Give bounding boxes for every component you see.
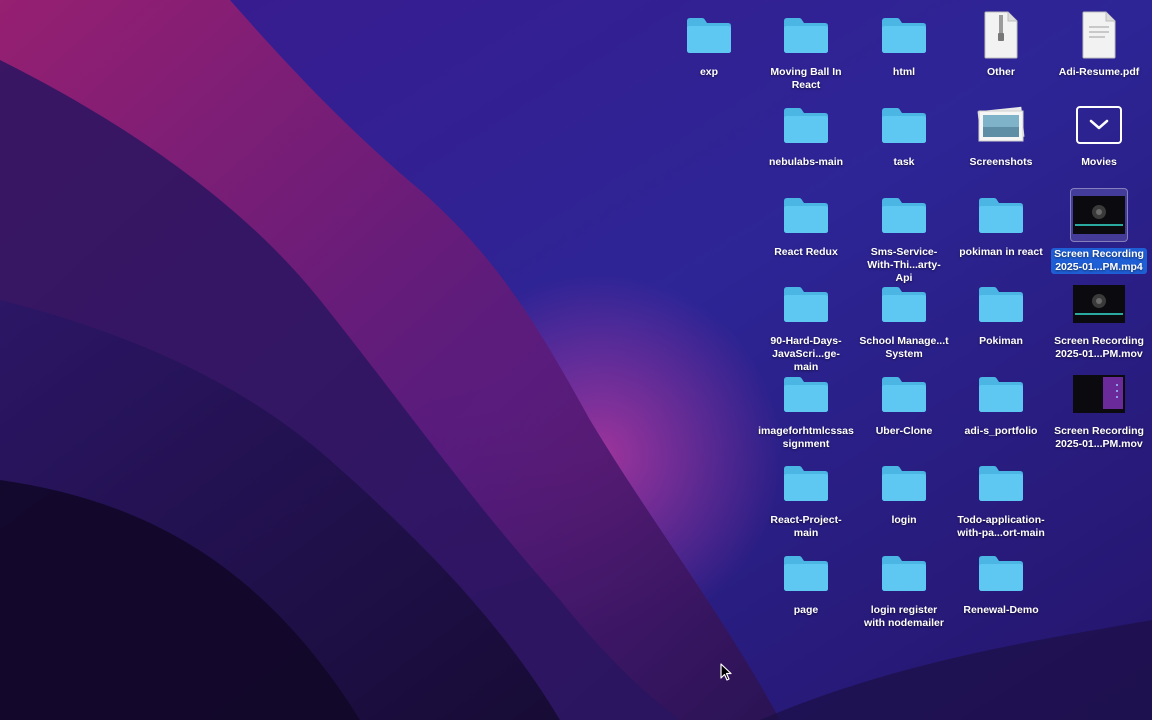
- folder-icon: [872, 190, 936, 240]
- folder-icon: [774, 100, 838, 150]
- desktop-item-label: Movies: [1081, 156, 1117, 168]
- desktop-item-label: Adi-Resume.pdf: [1058, 66, 1140, 78]
- video-thumbnail-icon: [1067, 279, 1131, 329]
- desktop-item-label: task: [893, 156, 915, 168]
- folder-icon: [969, 458, 1033, 508]
- folder-icon: [677, 10, 741, 60]
- desktop-item-label: page: [793, 604, 819, 616]
- desktop-item-react-redux[interactable]: React Redux: [758, 184, 854, 259]
- desktop-item-label: exp: [699, 66, 719, 78]
- mouse-pointer-icon: [720, 663, 732, 681]
- desktop-item-page[interactable]: page: [758, 542, 854, 617]
- desktop-item-label: Renewal-Demo: [963, 604, 1039, 616]
- desktop-item-label: React Redux: [774, 246, 838, 258]
- folder-icon: [774, 279, 838, 329]
- desktop-item-label: Other: [986, 66, 1015, 78]
- folder-icon: [872, 548, 936, 598]
- desktop-item-html[interactable]: html: [856, 4, 952, 79]
- desktop-item-label: Moving Ball In React: [770, 66, 842, 91]
- desktop-item-exp[interactable]: exp: [661, 4, 757, 79]
- desktop-item-screenshots[interactable]: Screenshots: [953, 94, 1049, 169]
- image-stack-icon: [969, 100, 1033, 150]
- folder-icon: [872, 100, 936, 150]
- desktop-item-movies[interactable]: Movies: [1051, 94, 1147, 169]
- desktop-item-label: adi-s_portfolio: [964, 425, 1038, 437]
- folder-icon: [774, 369, 838, 419]
- folder-icon: [969, 548, 1033, 598]
- folder-icon: [969, 369, 1033, 419]
- desktop-item-label: Screen Recording 2025-01...PM.mov: [1054, 335, 1144, 360]
- desktop[interactable]: exp Moving Ball In React html Other Adi-…: [0, 0, 1152, 720]
- desktop-item-label: Screen Recording 2025-01...PM.mov: [1054, 425, 1144, 450]
- desktop-item-label: login register with nodemailer: [864, 604, 944, 629]
- desktop-item-screen-recording-2025-01-pm-mov[interactable]: Screen Recording 2025-01...PM.mov: [1051, 363, 1147, 451]
- zip-file-icon: [969, 10, 1033, 60]
- movies-folder-icon: [1067, 100, 1131, 150]
- desktop-item-90-hard-days-javascri-ge-main[interactable]: 90-Hard-Days-JavaScri...ge-main: [758, 273, 854, 374]
- folder-icon: [872, 279, 936, 329]
- folder-icon: [774, 458, 838, 508]
- pdf-file-icon: [1067, 10, 1131, 60]
- folder-icon: [872, 458, 936, 508]
- desktop-item-label: School Manage...t System: [859, 335, 949, 360]
- folder-icon: [774, 10, 838, 60]
- folder-icon: [774, 548, 838, 598]
- folder-icon: [872, 10, 936, 60]
- desktop-item-moving-ball-in-react[interactable]: Moving Ball In React: [758, 4, 854, 92]
- desktop-item-todo-application-with-pa-ort-main[interactable]: Todo-application-with-pa...ort-main: [953, 452, 1049, 540]
- desktop-item-screen-recording-2025-01-pm-mp4[interactable]: Screen Recording 2025-01...PM.mp4: [1051, 184, 1147, 274]
- desktop-item-sms-service-with-thi-arty-api[interactable]: Sms-Service-With-Thi...arty-Api: [856, 184, 952, 285]
- desktop-item-adi-s-portfolio[interactable]: adi-s_portfolio: [953, 363, 1049, 438]
- video-thumbnail-icon: [1070, 188, 1128, 242]
- desktop-item-label: nebulabs-main: [768, 156, 844, 168]
- desktop-item-renewal-demo[interactable]: Renewal-Demo: [953, 542, 1049, 617]
- desktop-item-react-project-main[interactable]: React-Project-main: [758, 452, 854, 540]
- desktop-item-nebulabs-main[interactable]: nebulabs-main: [758, 94, 854, 169]
- desktop-item-label: Uber-Clone: [875, 425, 933, 437]
- desktop-item-pokiman[interactable]: Pokiman: [953, 273, 1049, 348]
- desktop-item-label: Screenshots: [969, 156, 1033, 168]
- desktop-item-other[interactable]: Other: [953, 4, 1049, 79]
- desktop-item-login[interactable]: login: [856, 452, 952, 527]
- folder-icon: [774, 190, 838, 240]
- desktop-item-label: html: [892, 66, 916, 78]
- desktop-item-label: React-Project-main: [770, 514, 842, 539]
- desktop-item-label: pokiman in react: [959, 246, 1043, 258]
- desktop-item-adi-resume-pdf[interactable]: Adi-Resume.pdf: [1051, 4, 1147, 79]
- desktop-item-uber-clone[interactable]: Uber-Clone: [856, 363, 952, 438]
- desktop-item-screen-recording-2025-01-pm-mov[interactable]: Screen Recording 2025-01...PM.mov: [1051, 273, 1147, 361]
- desktop-item-label: imageforhtmlcssassignment: [758, 425, 854, 450]
- desktop-item-pokiman-in-react[interactable]: pokiman in react: [953, 184, 1049, 259]
- video-thumbnail-icon: [1067, 369, 1131, 419]
- desktop-item-login-register-with-nodemailer[interactable]: login register with nodemailer: [856, 542, 952, 630]
- desktop-item-task[interactable]: task: [856, 94, 952, 169]
- desktop-item-imageforhtmlcssassignment[interactable]: imageforhtmlcssassignment: [758, 363, 854, 451]
- folder-icon: [969, 279, 1033, 329]
- folder-icon: [872, 369, 936, 419]
- folder-icon: [969, 190, 1033, 240]
- desktop-item-label: login: [891, 514, 917, 526]
- desktop-item-school-manage-t-system[interactable]: School Manage...t System: [856, 273, 952, 361]
- desktop-item-label: Screen Recording 2025-01...PM.mp4: [1051, 248, 1147, 274]
- desktop-item-label: Todo-application-with-pa...ort-main: [957, 514, 1045, 539]
- desktop-item-label: Pokiman: [979, 335, 1023, 347]
